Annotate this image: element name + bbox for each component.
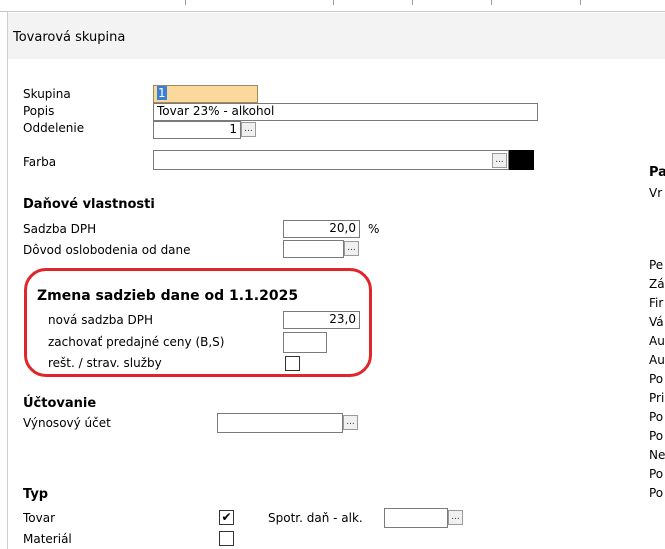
excise-label: Spotr. daň - alk. xyxy=(268,511,363,525)
farba-label: Farba xyxy=(23,155,57,169)
oddelenie-label: Oddelenie xyxy=(23,121,85,135)
excise-field[interactable] xyxy=(384,508,448,528)
oddelenie-browse-button[interactable]: ... xyxy=(241,122,256,137)
right-panel-header: Pa xyxy=(649,165,665,180)
exempt-reason-field[interactable] xyxy=(283,240,344,258)
right-item: Pri xyxy=(649,391,665,405)
revenue-account-browse-button[interactable]: ... xyxy=(343,415,358,430)
new-rate-field[interactable]: 23,0 xyxy=(283,311,360,329)
keep-prices-field[interactable] xyxy=(283,332,327,353)
right-item: Vá xyxy=(649,315,664,329)
right-item: Pe xyxy=(649,258,664,272)
popis-label: Popis xyxy=(23,104,55,118)
right-item: Po xyxy=(649,410,664,424)
type-header: Typ xyxy=(23,487,49,502)
rate-label: Sadzba DPH xyxy=(23,222,97,236)
oddelenie-field[interactable]: 1 xyxy=(153,121,241,139)
accounting-header: Účtovanie xyxy=(23,396,97,411)
material-label: Materiál xyxy=(23,532,72,546)
goods-checkbox[interactable]: ✔ xyxy=(219,510,234,525)
material-checkbox[interactable] xyxy=(219,531,234,546)
right-item: Po xyxy=(649,429,664,443)
right-item: Po xyxy=(649,486,664,500)
exempt-reason-browse-button[interactable]: ... xyxy=(344,241,359,256)
goods-label: Tovar xyxy=(23,511,56,525)
excise-browse-button[interactable]: ... xyxy=(448,510,463,525)
dialog-title: Tovarová skupina xyxy=(13,30,126,45)
right-item: Au xyxy=(649,353,665,367)
popis-field[interactable]: Tovar 23% - alkohol xyxy=(153,103,538,121)
skupina-value: 1 xyxy=(157,86,167,100)
restaurant-checkbox[interactable] xyxy=(285,356,300,371)
right-item: Fir xyxy=(649,296,664,310)
right-item: Vr xyxy=(649,186,663,200)
right-item: Po xyxy=(649,372,664,386)
color-swatch[interactable] xyxy=(509,150,534,170)
right-item: Po xyxy=(649,467,664,481)
new-rate-label: nová sadzba DPH xyxy=(48,313,154,327)
right-item: Ne xyxy=(649,448,665,462)
exempt-reason-label: Dôvod oslobodenia od dane xyxy=(23,243,191,257)
rate-change-header: Zmena sadzieb dane od 1.1.2025 xyxy=(37,288,299,304)
rate-field[interactable]: 20,0 xyxy=(283,220,360,238)
right-item: Zá xyxy=(649,277,665,291)
keep-prices-label: zachovať predajné ceny (B,S) xyxy=(48,335,225,349)
rate-unit: % xyxy=(368,222,380,236)
skupina-label: Skupina xyxy=(23,87,71,101)
right-item: Au xyxy=(649,334,665,348)
skupina-field[interactable]: 1 xyxy=(153,85,258,103)
revenue-account-field[interactable] xyxy=(217,413,343,433)
tax-section-header: Daňové vlastnosti xyxy=(23,197,155,212)
revenue-account-label: Výnosový účet xyxy=(23,416,111,430)
farba-browse-button[interactable]: ... xyxy=(492,153,507,168)
restaurant-label: rešt. / strav. služby xyxy=(48,356,162,370)
farba-field[interactable] xyxy=(153,150,509,170)
